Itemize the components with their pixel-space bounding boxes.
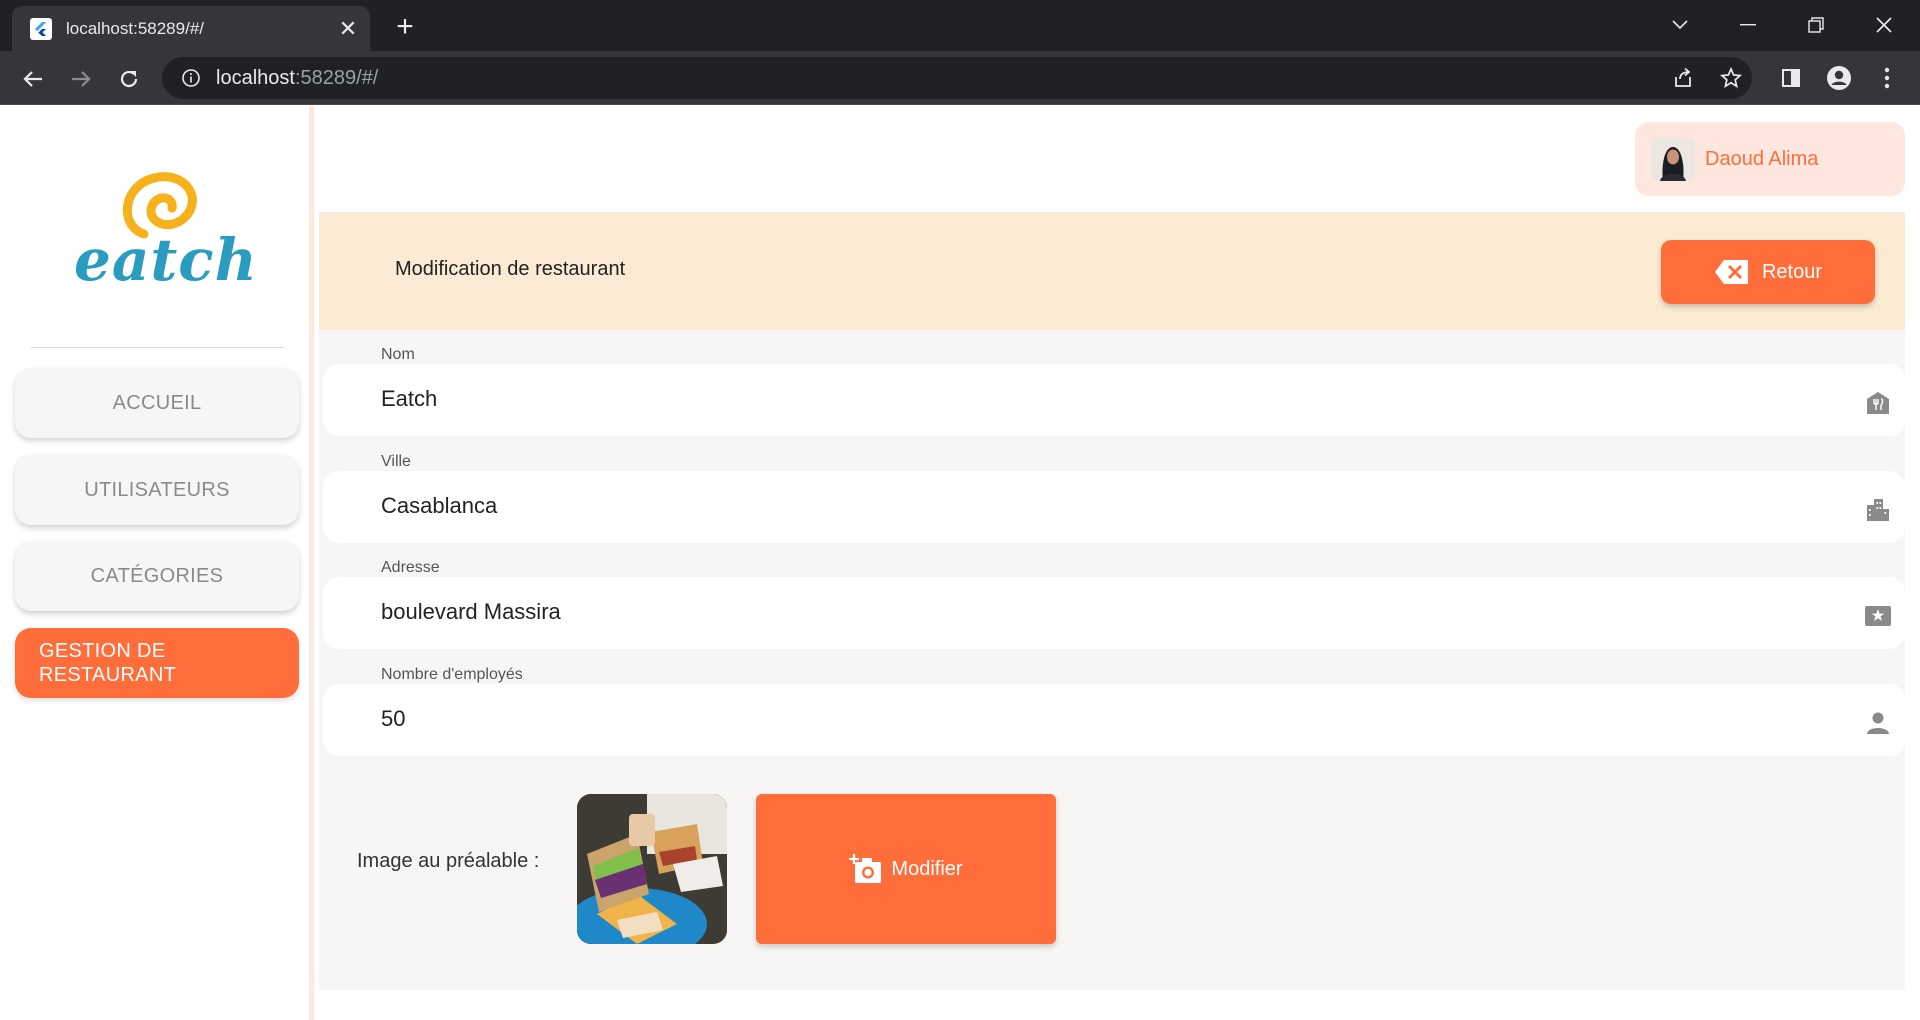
close-icon[interactable] — [1864, 8, 1904, 42]
flutter-favicon — [30, 17, 52, 40]
more-vert-icon[interactable] — [1870, 61, 1904, 95]
address-card-icon — [1863, 601, 1893, 631]
backspace-icon — [1714, 259, 1750, 285]
page-footer-strip — [319, 990, 1905, 1020]
sidebar-item-accueil[interactable]: ACCUEIL — [15, 368, 299, 438]
sidebar: eatch ACCUEIL UTILISATEURS CATÉGORIES GE… — [0, 106, 314, 1020]
sidebar-item-gestion-restaurant[interactable]: GESTION DE RESTAURANT — [15, 628, 299, 698]
tab-search-icon[interactable] — [1660, 8, 1700, 42]
eatch-logo: eatch — [70, 164, 257, 304]
image-label: Image au préalable : — [357, 850, 540, 872]
ville-label: Ville — [381, 453, 411, 470]
forward-arrow-icon[interactable] — [64, 62, 98, 96]
url-text: localhost:58289/#/ — [216, 67, 378, 90]
adresse-label: Adresse — [381, 559, 440, 576]
sidebar-item-label: ACCUEIL — [112, 391, 202, 414]
info-icon[interactable] — [180, 67, 202, 89]
retour-button[interactable]: Retour — [1661, 240, 1875, 304]
ville-input[interactable]: Casablanca — [381, 493, 497, 519]
tab-title: localhost:58289/#/ — [66, 18, 204, 38]
share-icon[interactable] — [1666, 61, 1700, 95]
employes-input[interactable]: 50 — [381, 706, 405, 732]
adresse-field[interactable]: Adresse boulevard Massira — [323, 559, 1905, 649]
nom-field[interactable]: Nom Eatch — [323, 346, 1905, 436]
nom-label: Nom — [381, 346, 415, 363]
ville-field[interactable]: Ville Casablanca — [323, 453, 1905, 543]
restaurant-form: Nom Eatch Ville Casablanca Adresse boule… — [319, 330, 1905, 990]
city-icon — [1863, 495, 1893, 525]
minimize-icon[interactable] — [1728, 8, 1768, 42]
star-icon[interactable] — [1714, 61, 1748, 95]
logo-text: eatch — [74, 226, 258, 294]
url-host: localhost — [216, 66, 295, 89]
sidebar-item-utilisateurs[interactable]: UTILISATEURS — [15, 455, 299, 525]
nom-input[interactable]: Eatch — [381, 386, 437, 412]
sidebar-item-label: GESTION DE RESTAURANT — [39, 640, 177, 686]
reload-icon[interactable] — [112, 62, 146, 96]
user-chip[interactable]: Daoud Alima — [1635, 122, 1905, 196]
tab-close-icon[interactable]: ✕ — [330, 16, 366, 42]
restaurant-icon — [1863, 388, 1893, 418]
app-root: eatch ACCUEIL UTILISATEURS CATÉGORIES GE… — [0, 106, 1920, 1020]
address-bar[interactable]: localhost:58289/#/ — [162, 57, 1752, 99]
sidepanel-icon[interactable] — [1774, 61, 1808, 95]
add-photo-icon — [849, 853, 883, 885]
user-name: Daoud Alima — [1705, 147, 1819, 170]
restaurant-image-preview — [577, 794, 727, 944]
sidebar-item-label: UTILISATEURS — [84, 478, 230, 501]
profile-icon[interactable] — [1822, 61, 1856, 95]
retour-label: Retour — [1761, 260, 1823, 283]
page-title: Modification de restaurant — [395, 258, 626, 280]
back-arrow-icon[interactable] — [16, 62, 50, 96]
avatar — [1651, 137, 1695, 181]
modifier-image-button[interactable]: Modifier — [756, 794, 1056, 944]
adresse-input[interactable]: boulevard Massira — [381, 599, 561, 625]
sidebar-item-categories[interactable]: CATÉGORIES — [15, 541, 299, 611]
restore-icon[interactable] — [1796, 8, 1836, 42]
person-icon — [1863, 708, 1893, 738]
sidebar-divider — [30, 347, 284, 348]
sidebar-item-label: CATÉGORIES — [90, 564, 224, 587]
url-path: :58289/#/ — [294, 66, 379, 89]
employes-field[interactable]: Nombre d'employés 50 — [323, 666, 1905, 756]
modifier-label: Modifier — [891, 857, 963, 880]
main-content: Daoud Alima Modification de restaurant R… — [319, 106, 1905, 1020]
browser-tabbar: localhost:58289/#/ ✕ + — [0, 0, 1920, 51]
browser-toolbar: localhost:58289/#/ — [0, 51, 1920, 105]
browser-tab[interactable]: localhost:58289/#/ ✕ — [12, 6, 370, 51]
employes-label: Nombre d'employés — [381, 666, 523, 683]
new-tab-button[interactable]: + — [390, 10, 420, 44]
